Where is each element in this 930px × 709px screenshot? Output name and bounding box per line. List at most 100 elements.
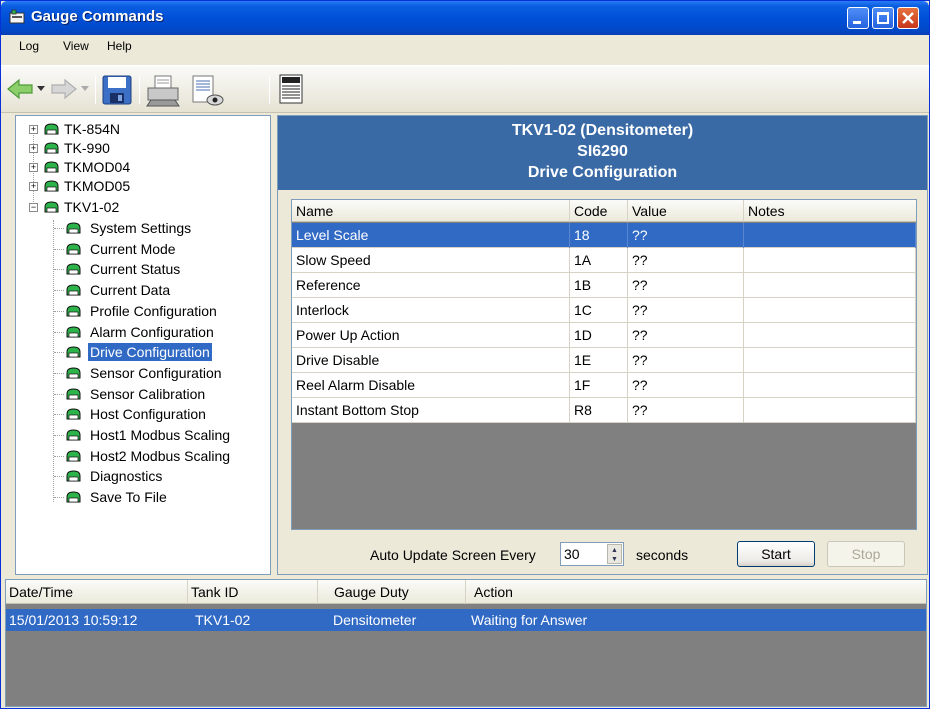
device-title: TKV1-02 (Densitometer) — [511, 122, 694, 139]
tree-node-host1-modbus-scaling[interactable]: Host1 Modbus Scaling — [66, 426, 266, 445]
log-header: Date/Time Tank ID Gauge Duty Action — [6, 580, 926, 604]
tree-node-tkmod05[interactable]: + TKMOD05 — [24, 177, 264, 196]
minimize-icon — [853, 21, 861, 24]
grid-row[interactable]: Reel Alarm Disable 1F?? — [292, 373, 916, 398]
grid-row[interactable]: Reference 1B?? — [292, 273, 916, 298]
column-header-datetime[interactable]: Date/Time — [6, 580, 188, 604]
spin-up-icon[interactable]: ▲ — [611, 547, 618, 554]
tree-node-tkv1-02[interactable]: − TKV1-02 — [24, 198, 264, 217]
column-header-notes[interactable]: Notes — [744, 200, 916, 222]
gauge-node-icon — [66, 367, 81, 379]
gauge-node-icon — [66, 243, 81, 255]
cell-notes — [744, 248, 916, 273]
tree-node-profile-configuration[interactable]: Profile Configuration — [66, 302, 266, 321]
expand-icon[interactable]: + — [29, 163, 38, 172]
tree-node-tk854n[interactable]: + TK-854N — [24, 120, 264, 139]
tree-node-tkmod04[interactable]: + TKMOD04 — [24, 158, 264, 177]
tree-node-save-to-file[interactable]: Save To File — [66, 488, 266, 507]
print-preview-icon[interactable] — [189, 74, 225, 108]
forward-arrow-icon[interactable] — [49, 74, 79, 104]
spin-down-icon[interactable]: ▼ — [611, 556, 618, 563]
gauge-commands-window: Gauge Commands Log View Help + TK-854N +… — [0, 0, 930, 709]
tree-node-label: Current Data — [90, 282, 171, 299]
device-tree[interactable]: + TK-854N + TK-990 + TKMOD04 + TKMOD05 −… — [15, 115, 271, 575]
expand-icon[interactable]: + — [29, 144, 38, 153]
collapse-icon[interactable]: − — [29, 203, 38, 212]
tree-node-sensor-calibration[interactable]: Sensor Calibration — [66, 385, 266, 404]
toolbar-separator — [269, 76, 270, 104]
tree-node-label: System Settings — [90, 220, 192, 236]
parameter-grid[interactable]: Name Code Value Notes Level Scale 18?? Slo… — [291, 199, 917, 530]
tree-node-drive-configuration[interactable]: Drive Configuration — [66, 343, 266, 362]
tree-node-label: Current Status — [90, 261, 181, 278]
tree-node-label: Drive Configuration — [88, 343, 212, 362]
grid-row[interactable]: Drive Disable 1E?? — [292, 348, 916, 373]
minimize-button[interactable] — [847, 7, 869, 29]
expand-icon[interactable]: + — [29, 182, 38, 191]
column-header-tank-id[interactable]: Tank ID — [188, 580, 318, 604]
cell-notes — [744, 348, 916, 373]
cell-value: ?? — [628, 323, 744, 348]
back-arrow-icon[interactable] — [5, 74, 35, 104]
gauge-node-icon — [66, 325, 81, 337]
cell-code: 1B — [570, 273, 628, 298]
print-icon[interactable] — [145, 74, 181, 108]
tree-node-current-status[interactable]: Current Status — [66, 260, 266, 279]
grid-row[interactable]: Instant Bottom Stop R8?? — [292, 398, 916, 423]
grid-view-icon[interactable] — [279, 74, 303, 104]
gauge-node-icon — [66, 305, 81, 317]
gauge-node-icon — [66, 284, 81, 296]
maximize-button[interactable] — [872, 7, 894, 29]
cell-value: ?? — [628, 223, 744, 248]
back-dropdown-icon[interactable] — [37, 86, 45, 92]
tree-node-system-settings[interactable]: System Settings — [66, 219, 266, 238]
grid-row[interactable]: Interlock 1C?? — [292, 298, 916, 323]
update-interval-spinner[interactable]: 30 ▲ ▼ — [560, 542, 624, 566]
grid-row[interactable]: Level Scale 18?? — [292, 223, 916, 248]
tree-node-diagnostics[interactable]: Diagnostics — [66, 467, 266, 486]
tree-node-alarm-configuration[interactable]: Alarm Configuration — [66, 323, 266, 342]
tree-node-host2-modbus-scaling[interactable]: Host2 Modbus Scaling — [66, 447, 266, 466]
cell-name: Slow Speed — [292, 248, 570, 273]
title-bar[interactable]: Gauge Commands — [1, 1, 929, 35]
command-log[interactable]: Date/Time Tank ID Gauge Duty Action 15/0… — [5, 579, 927, 707]
cell-name: Level Scale — [292, 223, 570, 248]
tree-node-sensor-configuration[interactable]: Sensor Configuration — [66, 364, 266, 383]
spinner-buttons[interactable]: ▲ ▼ — [607, 544, 622, 564]
tree-node-current-mode[interactable]: Current Mode — [66, 240, 266, 259]
start-button[interactable]: Start — [737, 541, 815, 567]
tree-node-tk990[interactable]: + TK-990 — [24, 139, 264, 158]
update-interval-value[interactable]: 30 — [564, 546, 580, 562]
cell-notes — [744, 273, 916, 298]
seconds-label: seconds — [636, 547, 689, 563]
column-header-name[interactable]: Name — [292, 200, 570, 222]
gauge-node-icon — [44, 123, 59, 135]
menu-log[interactable]: Log — [19, 39, 39, 53]
menu-view[interactable]: View — [63, 39, 89, 53]
menu-bar: Log View Help — [1, 35, 929, 57]
forward-dropdown-icon[interactable] — [81, 86, 89, 92]
gauge-node-icon — [66, 450, 81, 462]
tree-node-host-configuration[interactable]: Host Configuration — [66, 405, 266, 424]
cell-name: Interlock — [292, 298, 570, 323]
gauge-node-icon — [66, 388, 81, 400]
save-icon[interactable] — [101, 74, 133, 106]
cell-value: ?? — [628, 273, 744, 298]
close-button[interactable] — [897, 7, 919, 29]
stop-button[interactable]: Stop — [827, 541, 905, 567]
tree-node-label: Save To File — [90, 489, 167, 506]
menu-help[interactable]: Help — [107, 39, 132, 53]
grid-row[interactable]: Power Up Action 1D?? — [292, 323, 916, 348]
column-header-value[interactable]: Value — [628, 200, 744, 222]
log-row[interactable]: 15/01/2013 10:59:12 TKV1-02 Densitometer… — [6, 609, 926, 631]
tree-node-current-data[interactable]: Current Data — [66, 281, 266, 300]
toolbar — [1, 65, 929, 113]
device-serial: SI6290 — [577, 143, 628, 160]
column-header-code[interactable]: Code — [570, 200, 628, 222]
grid-row[interactable]: Slow Speed 1A?? — [292, 248, 916, 273]
gauge-node-icon — [66, 408, 81, 420]
column-header-gauge-duty[interactable]: Gauge Duty — [318, 580, 466, 604]
expand-icon[interactable]: + — [29, 125, 38, 134]
tree-node-label: Profile Configuration — [90, 302, 217, 319]
column-header-action[interactable]: Action — [466, 580, 926, 604]
